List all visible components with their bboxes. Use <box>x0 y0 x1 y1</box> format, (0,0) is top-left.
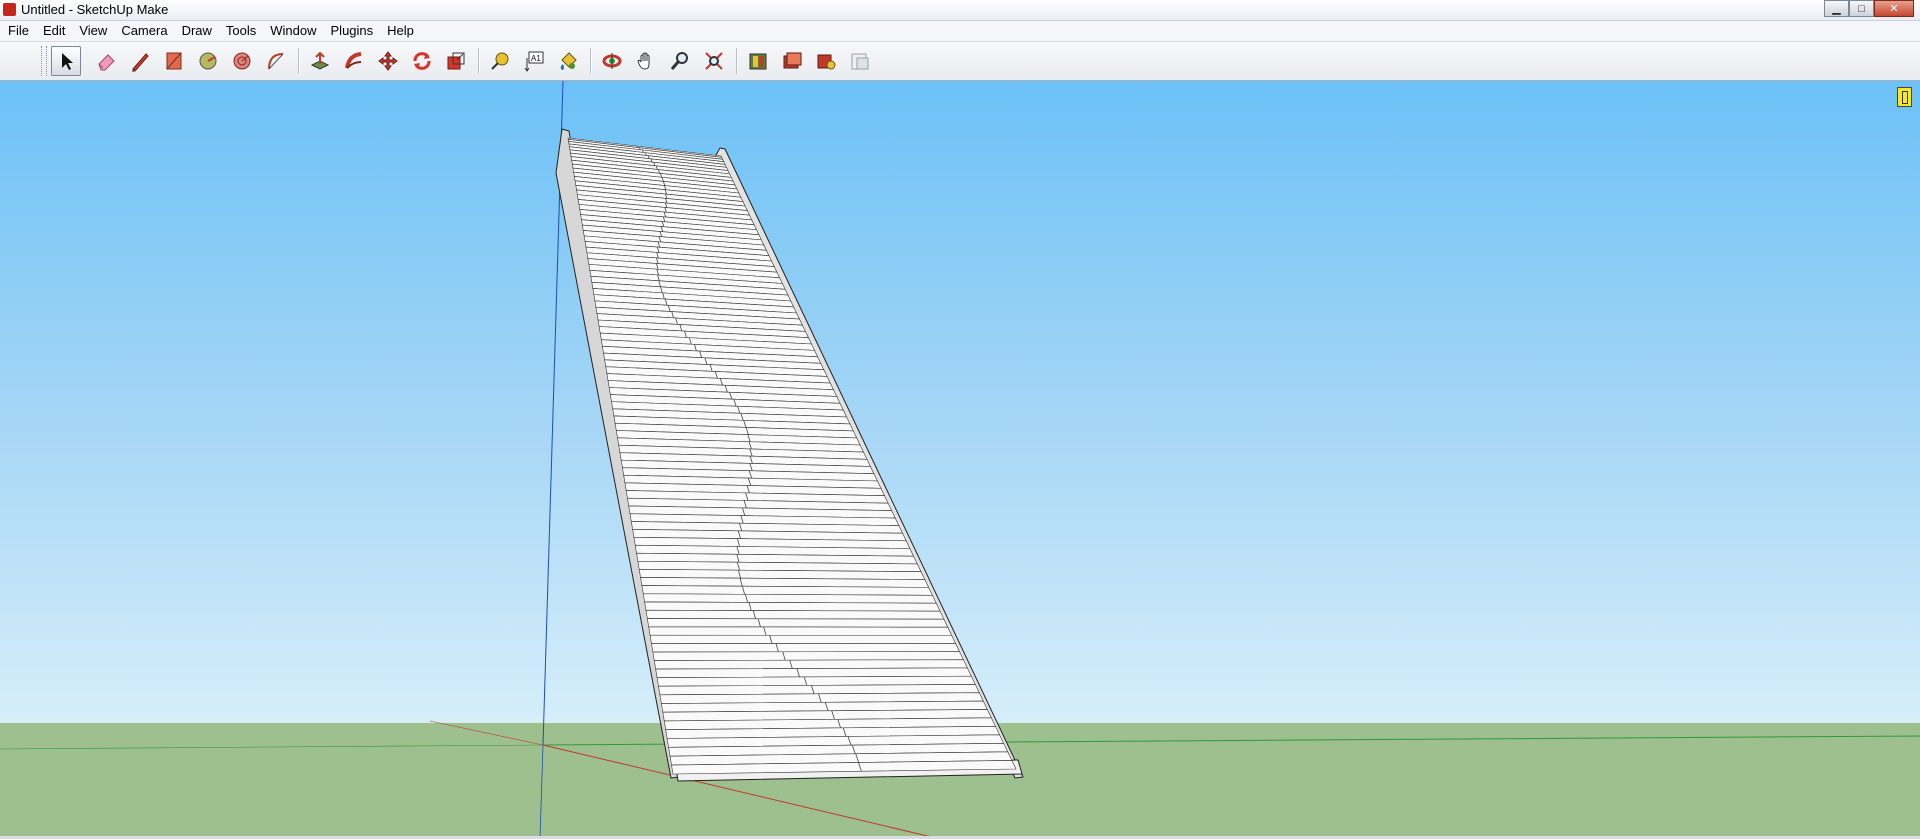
zoom-icon <box>670 52 688 70</box>
scene-canvas <box>0 81 1920 839</box>
rotate-icon <box>413 52 431 70</box>
send-to-layout-icon <box>851 53 869 70</box>
menu-file[interactable]: File <box>0 21 36 41</box>
get-models-icon <box>749 53 767 70</box>
eraser-tool[interactable] <box>91 46 121 76</box>
stair-step <box>644 601 941 612</box>
polygon-icon <box>233 52 251 70</box>
follow-me-icon <box>345 52 362 69</box>
menu-tools[interactable]: Tools <box>219 21 263 41</box>
select-icon <box>62 53 73 70</box>
extension-warehouse-tool[interactable] <box>811 46 841 76</box>
paint-bucket-tool[interactable] <box>553 46 583 76</box>
main-toolbar: A1 <box>0 42 1920 81</box>
arc-tool[interactable] <box>261 46 291 76</box>
window-controls: ▁ □ ✕ <box>1824 0 1914 17</box>
maximize-button[interactable]: □ <box>1849 0 1874 17</box>
stair-step <box>645 609 945 620</box>
svg-text:A1: A1 <box>531 54 541 63</box>
stair-step <box>648 626 953 636</box>
title-bar: Untitled - SketchUp Make ▁ □ ✕ <box>0 0 1920 21</box>
push-pull-tool[interactable] <box>305 46 335 76</box>
menu-help[interactable]: Help <box>380 21 421 41</box>
stair-step <box>642 593 937 604</box>
orbit-icon <box>602 53 622 69</box>
stair-step <box>651 643 960 653</box>
text-icon: A1 <box>524 51 544 72</box>
rectangle-tool[interactable] <box>159 46 189 76</box>
menu-plugins[interactable]: Plugins <box>324 21 381 41</box>
orbit-tool[interactable] <box>597 46 627 76</box>
window-title: Untitled - SketchUp Make <box>21 2 169 17</box>
move-tool[interactable] <box>373 46 403 76</box>
extension-warehouse-icon <box>817 54 836 70</box>
share-model-tool[interactable] <box>777 46 807 76</box>
zoom-tool[interactable] <box>665 46 695 76</box>
stair-step <box>646 618 949 628</box>
red-axis-negative <box>429 720 544 746</box>
text-tool[interactable]: A1 <box>519 46 549 76</box>
menu-edit[interactable]: Edit <box>36 21 72 41</box>
menu-camera[interactable]: Camera <box>114 21 174 41</box>
menu-window[interactable]: Window <box>263 21 323 41</box>
stair-step <box>652 651 964 661</box>
push-pull-icon <box>310 51 330 70</box>
minimize-button[interactable]: ▁ <box>1824 0 1849 17</box>
menu-draw[interactable]: Draw <box>175 21 219 41</box>
move-icon <box>378 51 398 71</box>
line-tool[interactable] <box>125 46 155 76</box>
toolbar-separator <box>590 48 592 74</box>
toolbar-separator <box>736 48 738 74</box>
tape-measure-tool[interactable] <box>485 46 515 76</box>
select-tool[interactable] <box>51 46 81 76</box>
scale-tool[interactable] <box>441 46 471 76</box>
stair-step <box>649 634 957 644</box>
scale-icon <box>447 52 465 70</box>
send-to-layout-tool[interactable] <box>845 46 875 76</box>
paint-bucket-icon <box>560 52 577 70</box>
stair-step <box>653 659 968 670</box>
close-button[interactable]: ✕ <box>1874 0 1914 17</box>
pan-icon <box>637 52 650 70</box>
circle-icon <box>199 52 217 70</box>
rectangle-icon <box>166 52 182 70</box>
polygon-tool[interactable] <box>227 46 257 76</box>
circle-tool[interactable] <box>193 46 223 76</box>
zoom-extents-tool[interactable] <box>699 46 729 76</box>
arc-icon <box>268 53 284 70</box>
toolbar-separator <box>478 48 480 74</box>
staircase-model[interactable] <box>555 128 1024 782</box>
toolbar-separator <box>298 48 300 74</box>
menu-bar: File Edit View Camera Draw Tools Window … <box>0 21 1920 42</box>
share-model-icon <box>783 52 802 69</box>
get-models-tool[interactable] <box>743 46 773 76</box>
zoom-extents-icon <box>705 52 723 70</box>
sketchup-logo-icon <box>3 3 16 16</box>
eraser-icon <box>98 54 115 71</box>
tape-measure-icon <box>491 52 509 70</box>
model-viewport[interactable] <box>0 81 1920 839</box>
green-axis-negative <box>0 744 544 750</box>
toolbar-grip[interactable] <box>41 46 47 76</box>
follow-me-tool[interactable] <box>339 46 369 76</box>
blue-axis-negative <box>539 744 544 839</box>
instructor-indicator-icon <box>1897 87 1912 107</box>
rotate-tool[interactable] <box>407 46 437 76</box>
pencil-line-icon <box>132 53 149 72</box>
menu-view[interactable]: View <box>72 21 114 41</box>
pan-tool[interactable] <box>631 46 661 76</box>
